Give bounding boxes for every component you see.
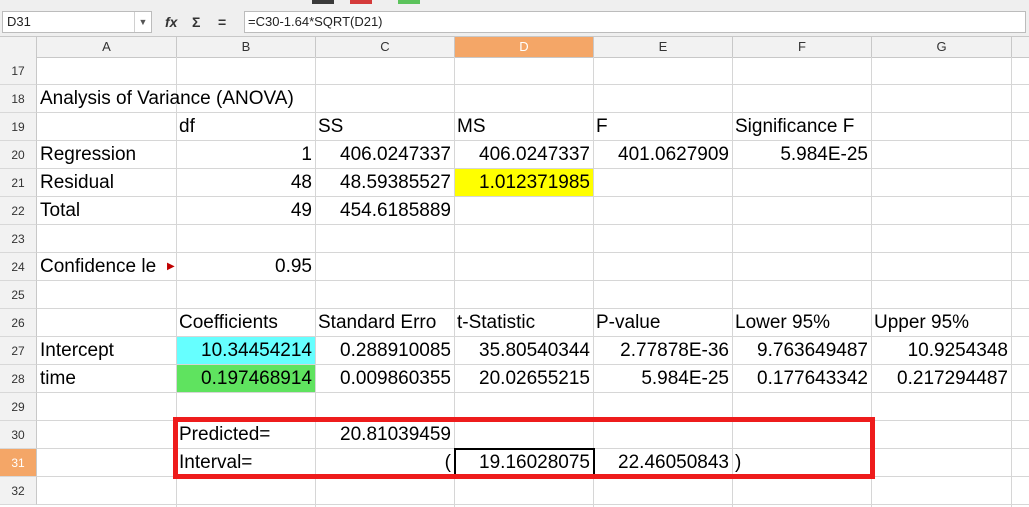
row-header-24[interactable]: 24 (0, 253, 37, 281)
row-header-18[interactable]: 18 (0, 85, 37, 113)
column-header-e[interactable]: E (594, 37, 733, 57)
cell-c27[interactable]: 0.288910085 (315, 337, 454, 364)
row-header-26[interactable]: 26 (0, 309, 37, 337)
column-header-f[interactable]: F (733, 37, 872, 57)
row-header-23[interactable]: 23 (0, 225, 37, 253)
cell-f20[interactable]: 5.984E-25 (732, 141, 871, 168)
row-header-25[interactable]: 25 (0, 281, 37, 309)
cell-a22[interactable]: Total (37, 197, 176, 224)
gridline (37, 224, 1029, 225)
cell-d28[interactable]: 20.02655215 (454, 365, 593, 392)
cell-a20[interactable]: Regression (37, 141, 176, 168)
cell-c28[interactable]: 0.009860355 (315, 365, 454, 392)
cell-a18[interactable]: Analysis of Variance (ANOVA) (37, 85, 457, 112)
cell-c19[interactable]: SS (315, 113, 454, 140)
row-header-27[interactable]: 27 (0, 337, 37, 365)
column-header-d[interactable]: D (455, 37, 594, 57)
annotation-highlight-box (173, 417, 875, 479)
cell-e27[interactable]: 2.77878E-36 (593, 337, 732, 364)
gridline (37, 280, 1029, 281)
cell-g26[interactable]: Upper 95% (871, 309, 1011, 336)
formula-equals-icon[interactable]: = (218, 12, 226, 32)
row-header-31[interactable]: 31 (0, 449, 37, 477)
column-header-b[interactable]: B (177, 37, 316, 57)
cell-d20[interactable]: 406.0247337 (454, 141, 593, 168)
name-box-value: D31 (7, 14, 31, 29)
formula-input[interactable]: =C30-1.64*SQRT(D21) (244, 11, 1026, 33)
cell-b28[interactable]: 0.197468914 (177, 365, 315, 392)
select-all-corner[interactable] (0, 37, 37, 57)
cell-c20[interactable]: 406.0247337 (315, 141, 454, 168)
cell-f27[interactable]: 9.763649487 (732, 337, 871, 364)
cell-d27[interactable]: 35.80540344 (454, 337, 593, 364)
cell-b26[interactable]: Coefficients (176, 309, 315, 336)
column-header-g[interactable]: G (872, 37, 1012, 57)
text-overflow-arrow-icon: ▶ (167, 261, 175, 272)
cell-g28[interactable]: 0.217294487 (871, 365, 1011, 392)
cell-f28[interactable]: 0.177643342 (732, 365, 871, 392)
toolbar-strip (0, 0, 1029, 8)
cell-f26[interactable]: Lower 95% (732, 309, 871, 336)
toolbar-icon[interactable] (398, 0, 420, 4)
row-header-20[interactable]: 20 (0, 141, 37, 169)
cell-e28[interactable]: 5.984E-25 (593, 365, 732, 392)
gridline (37, 392, 1029, 393)
gridline (1011, 57, 1012, 507)
cell-a21[interactable]: Residual (37, 169, 176, 196)
cell-d21[interactable]: 1.012371985 (455, 169, 593, 196)
row-header-29[interactable]: 29 (0, 393, 37, 421)
cell-f19[interactable]: Significance F (732, 113, 871, 140)
cell-b27[interactable]: 10.34454214 (177, 337, 315, 364)
row-header-30[interactable]: 30 (0, 421, 37, 449)
row-header-17[interactable]: 17 (0, 57, 37, 85)
gridline (37, 504, 1029, 505)
cell-b19[interactable]: df (176, 113, 315, 140)
cell-e20[interactable]: 401.0627909 (593, 141, 732, 168)
row-header-28[interactable]: 28 (0, 365, 37, 393)
cell-b24[interactable]: 0.95 (176, 253, 315, 280)
row-header-32[interactable]: 32 (0, 477, 37, 505)
cell-a24[interactable]: Confidence le (37, 253, 169, 280)
cell-c26[interactable]: Standard Erro (315, 309, 454, 336)
name-box[interactable]: D31 ▼ (2, 11, 152, 33)
row-header-22[interactable]: 22 (0, 197, 37, 225)
cell-c21[interactable]: 48.59385527 (315, 169, 454, 196)
cell-e26[interactable]: P-value (593, 309, 732, 336)
cell-c22[interactable]: 454.6185889 (315, 197, 454, 224)
column-header-a[interactable]: A (37, 37, 177, 57)
column-headers: A B C D E F G (0, 37, 1029, 58)
sum-icon[interactable]: Σ (192, 12, 200, 32)
cell-e19[interactable]: F (593, 113, 732, 140)
cell-d26[interactable]: t-Statistic (454, 309, 593, 336)
row-header-19[interactable]: 19 (0, 113, 37, 141)
cell-a28[interactable]: time (37, 365, 176, 392)
toolbar-icon[interactable] (312, 0, 334, 4)
cell-b22[interactable]: 49 (176, 197, 315, 224)
formula-bar: D31 ▼ fx Σ = =C30-1.64*SQRT(D21) (0, 8, 1029, 37)
cell-b20[interactable]: 1 (176, 141, 315, 168)
cell-a27[interactable]: Intercept (37, 337, 176, 364)
toolbar-icon[interactable] (350, 0, 372, 4)
function-wizard-icon[interactable]: fx (165, 12, 177, 32)
cell-d19[interactable]: MS (454, 113, 593, 140)
cell-g27[interactable]: 10.9254348 (871, 337, 1011, 364)
chevron-down-icon[interactable]: ▼ (134, 12, 151, 32)
row-header-21[interactable]: 21 (0, 169, 37, 197)
column-header-c[interactable]: C (316, 37, 455, 57)
cell-b21[interactable]: 48 (176, 169, 315, 196)
